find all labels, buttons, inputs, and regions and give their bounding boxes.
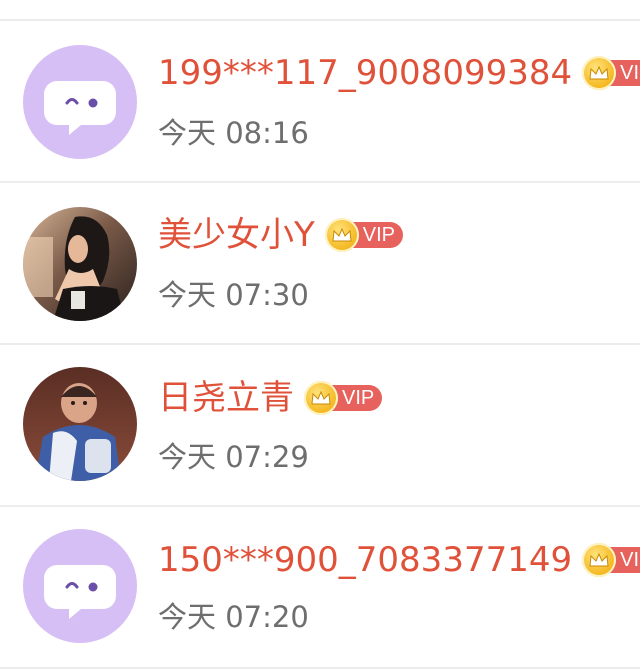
vip-badge: VIP bbox=[324, 218, 404, 252]
message-time: 今天 07:20 bbox=[158, 600, 309, 634]
default-avatar[interactable] bbox=[23, 45, 137, 159]
message-time: 今天 08:16 bbox=[158, 116, 309, 150]
default-avatar[interactable] bbox=[23, 529, 137, 643]
photo-avatar[interactable] bbox=[23, 367, 137, 481]
chat-bubble-icon bbox=[23, 529, 137, 643]
photo-avatar-baby bbox=[23, 367, 137, 481]
message-time: 今天 07:30 bbox=[158, 278, 309, 312]
name-line: 150***900_7083377149 VIP bbox=[158, 543, 640, 577]
contact-row[interactable]: 美少女小Y VIP 今天 07:30 bbox=[0, 183, 640, 343]
photo-avatar-woman bbox=[23, 207, 137, 321]
crown-icon bbox=[582, 543, 617, 577]
name-line: 199***117_9008099384 VIP bbox=[158, 56, 640, 90]
contact-row[interactable]: 199***117_9008099384 VIP 今天 08:16 bbox=[0, 21, 640, 181]
crown-icon bbox=[324, 218, 359, 252]
message-time: 今天 07:29 bbox=[158, 440, 309, 474]
contact-row[interactable]: 日尧立青 VIP 今天 07:29 bbox=[0, 345, 640, 505]
chat-bubble-icon bbox=[23, 45, 137, 159]
photo-avatar[interactable] bbox=[23, 207, 137, 321]
contact-name[interactable]: 美少女小Y bbox=[158, 218, 315, 252]
contact-list: 199***117_9008099384 VIP 今天 08:16 bbox=[0, 0, 640, 670]
crown-icon bbox=[582, 56, 617, 90]
contact-name[interactable]: 199***117_9008099384 bbox=[158, 56, 572, 90]
vip-badge: VIP bbox=[582, 56, 640, 90]
vip-badge: VIP bbox=[582, 543, 640, 577]
crown-icon bbox=[304, 381, 338, 415]
name-line: 日尧立青 VIP bbox=[158, 381, 383, 415]
name-line: 美少女小Y VIP bbox=[158, 218, 404, 252]
contact-name[interactable]: 150***900_7083377149 bbox=[158, 543, 572, 577]
vip-badge: VIP bbox=[304, 381, 383, 415]
contact-row[interactable]: 150***900_7083377149 VIP 今天 07:20 bbox=[0, 507, 640, 667]
contact-name[interactable]: 日尧立青 bbox=[158, 381, 294, 415]
divider bbox=[0, 667, 640, 669]
